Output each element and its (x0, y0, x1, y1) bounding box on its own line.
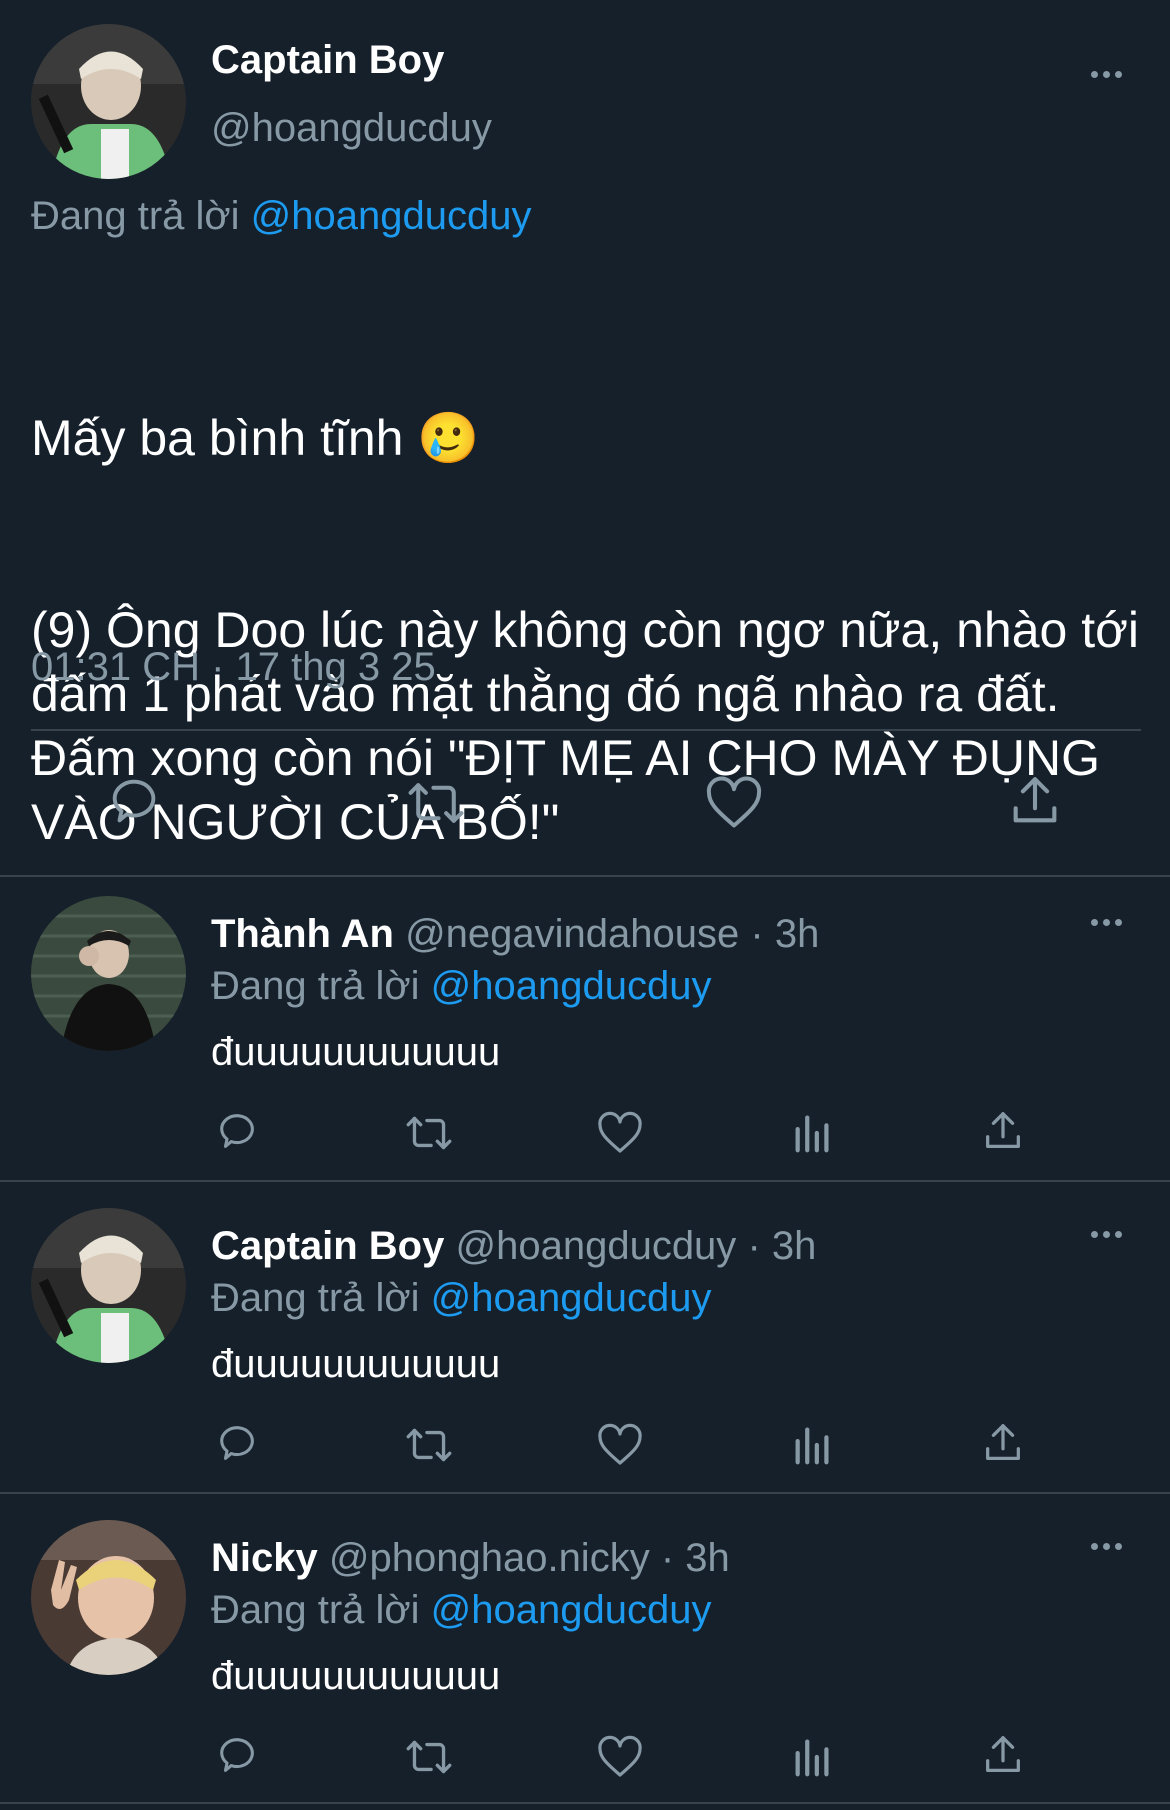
like-icon[interactable] (596, 1422, 644, 1468)
main-divider (31, 729, 1141, 731)
reply-icon[interactable] (214, 1108, 260, 1154)
share-icon[interactable] (980, 1732, 1026, 1778)
share-icon[interactable] (980, 1420, 1026, 1466)
replying-to-link[interactable]: @hoangducduy (251, 194, 532, 238)
share-icon[interactable] (1006, 772, 1064, 830)
analytics-icon[interactable] (790, 1110, 836, 1156)
reply-avatar[interactable] (31, 1208, 186, 1363)
reply-header: Captain Boy @hoangducduy · 3h (211, 1224, 816, 1269)
main-author-avatar[interactable] (31, 24, 186, 179)
analytics-icon[interactable] (790, 1734, 836, 1780)
reply-author-name[interactable]: Captain Boy (211, 1224, 444, 1268)
reply-time[interactable]: · 3h (661, 1536, 730, 1580)
reply-replying-line: Đang trả lời @hoangducduy (211, 1588, 712, 1633)
main-tweet-text-body: (9) Ông Doo lúc này không còn ngơ nữa, n… (31, 602, 1153, 850)
main-author-name[interactable]: Captain Boy (211, 38, 444, 83)
replying-to-link[interactable]: @hoangducduy (431, 1588, 712, 1632)
reply-icon[interactable] (105, 772, 163, 830)
reply-divider (0, 1492, 1170, 1494)
reply-time[interactable]: · 3h (747, 1224, 816, 1268)
share-icon[interactable] (980, 1108, 1026, 1154)
like-icon[interactable] (596, 1734, 644, 1780)
replying-to-link[interactable]: @hoangducduy (431, 964, 712, 1008)
main-tweet-timestamp[interactable]: 01:31 CH · 17 thg 3 25 (31, 645, 436, 690)
replying-label: Đang trả lời (31, 194, 240, 238)
main-author-handle[interactable]: @hoangducduy (211, 106, 492, 151)
replying-label: Đang trả lời (211, 1588, 420, 1632)
reply-author-name[interactable]: Nicky (211, 1536, 318, 1580)
reply-header: Nicky @phonghao.nicky · 3h (211, 1536, 730, 1581)
retweet-icon[interactable] (402, 1422, 456, 1468)
reply-divider (0, 1180, 1170, 1182)
retweet-icon[interactable] (403, 774, 469, 832)
replying-to-link[interactable]: @hoangducduy (431, 1276, 712, 1320)
reply-text: đuuuuuuuuuuuu (211, 1030, 501, 1074)
replying-label: Đang trả lời (211, 964, 420, 1008)
reply-tweet[interactable]: Thành An @negavindahouse · 3h Đang trả l… (0, 876, 1170, 1186)
like-icon[interactable] (704, 774, 764, 832)
reply-text: đuuuuuuuuuuuu (211, 1342, 501, 1386)
reply-tweet[interactable]: Captain Boy @hoangducduy · 3h Đang trả l… (0, 1188, 1170, 1498)
reply-author-handle[interactable]: @hoangducduy (455, 1224, 736, 1268)
reply-time[interactable]: · 3h (750, 912, 819, 956)
more-icon[interactable] (1091, 71, 1122, 78)
reply-replying-line: Đang trả lời @hoangducduy (211, 1276, 712, 1321)
retweet-icon[interactable] (402, 1734, 456, 1780)
reply-avatar[interactable] (31, 896, 186, 1051)
replying-label: Đang trả lời (211, 1276, 420, 1320)
more-icon[interactable] (1091, 1543, 1122, 1550)
reply-header: Thành An @negavindahouse · 3h (211, 912, 819, 957)
reply-divider (0, 1802, 1170, 1804)
reply-tweet[interactable]: Nicky @phonghao.nicky · 3h Đang trả lời … (0, 1500, 1170, 1810)
reply-icon[interactable] (214, 1420, 260, 1466)
retweet-icon[interactable] (402, 1110, 456, 1156)
like-icon[interactable] (596, 1110, 644, 1156)
reply-replying-line: Đang trả lời @hoangducduy (211, 964, 712, 1009)
reply-icon[interactable] (214, 1732, 260, 1778)
reply-author-name[interactable]: Thành An (211, 912, 394, 956)
reply-author-handle[interactable]: @negavindahouse (405, 912, 739, 956)
main-replying-line: Đang trả lời @hoangducduy (31, 194, 532, 239)
analytics-icon[interactable] (790, 1422, 836, 1468)
more-icon[interactable] (1091, 1231, 1122, 1238)
main-tweet-text-line1: Mấy ba bình tĩnh 🥲 (31, 410, 480, 466)
more-icon[interactable] (1091, 919, 1122, 926)
reply-author-handle[interactable]: @phonghao.nicky (329, 1536, 650, 1580)
reply-avatar[interactable] (31, 1520, 186, 1675)
reply-text: đuuuuuuuuuuuu (211, 1654, 501, 1698)
